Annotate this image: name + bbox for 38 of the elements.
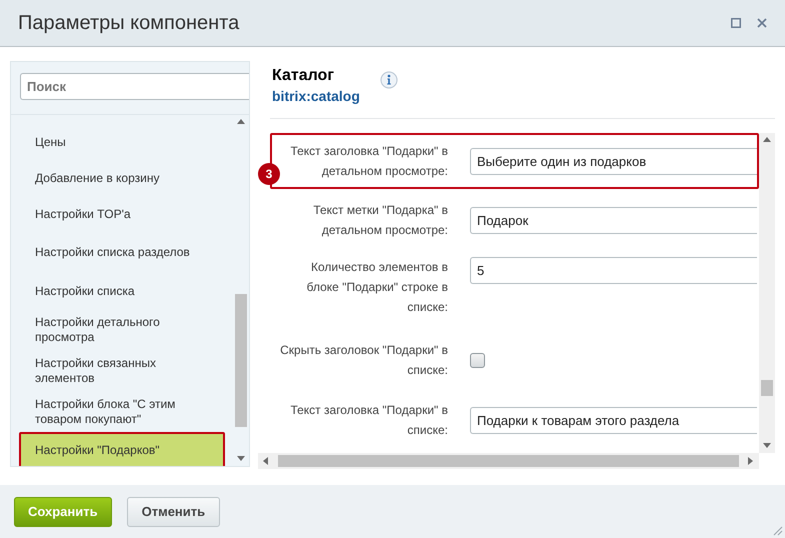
scroll-left-icon[interactable] [262, 457, 270, 465]
search-field[interactable]: Поиск [20, 73, 249, 100]
cancel-button[interactable]: Отменить [126, 496, 220, 526]
scrollbar-thumb[interactable] [235, 294, 247, 427]
scroll-right-icon[interactable] [747, 457, 755, 465]
scroll-down-icon[interactable] [763, 442, 771, 450]
field-label: Текст заголовка "Подарки" в детальном просмотре: [289, 143, 448, 180]
component-code: bitrix:catalog [272, 88, 360, 104]
sidebar-item[interactable]: Настройки TOP'а [19, 196, 225, 232]
field-label: Текст метки "Подарка" в детальном просмотре: [312, 202, 448, 239]
scrollbar-thumb[interactable] [761, 380, 773, 396]
field-label: Скрыть заголовок "Подарки" в списке: [279, 342, 448, 379]
field-label: Текст заголовка "Подарки" в списке: [289, 402, 448, 439]
sidebar-item[interactable]: Добавление в корзину [19, 160, 225, 196]
sidebar-item[interactable]: Настройки списка разделов [19, 232, 225, 273]
text-field[interactable]: Подарки к товарам этого раздела [470, 406, 757, 434]
sidebar-item[interactable]: Настройки "Подарков" [19, 432, 225, 466]
text-field[interactable]: 5 [470, 257, 757, 284]
sidebar-item[interactable]: Настройки списка [19, 273, 225, 309]
field-label: Количество элементов в блоке "Подарки" строке в списке: [306, 259, 448, 316]
text-field[interactable]: Выберите один из подарков [470, 148, 757, 174]
resize-grip-icon[interactable] [773, 526, 783, 536]
scroll-up-icon[interactable] [237, 118, 245, 126]
sidebar-item[interactable]: Настройки детального просмотра [19, 309, 225, 350]
maximize-icon[interactable] [731, 18, 741, 28]
component-title: Каталог [272, 67, 335, 85]
close-icon[interactable] [757, 18, 767, 28]
text-field[interactable]: Подарок [470, 206, 757, 234]
sidebar-item[interactable]: Настройки связанных элементов [19, 350, 225, 391]
sidebar-item[interactable]: Настройки блока "С этим товаром покупают" [19, 391, 225, 432]
window-title: Параметры компонента [18, 12, 240, 34]
scroll-down-icon[interactable] [237, 455, 245, 463]
sidebar-item[interactable]: Цены [19, 124, 225, 160]
info-icon[interactable] [380, 71, 398, 89]
scrollbar-thumb[interactable] [278, 455, 739, 467]
step-badge: 3 [258, 163, 280, 185]
scroll-up-icon[interactable] [763, 136, 771, 144]
checkbox[interactable] [470, 352, 485, 368]
